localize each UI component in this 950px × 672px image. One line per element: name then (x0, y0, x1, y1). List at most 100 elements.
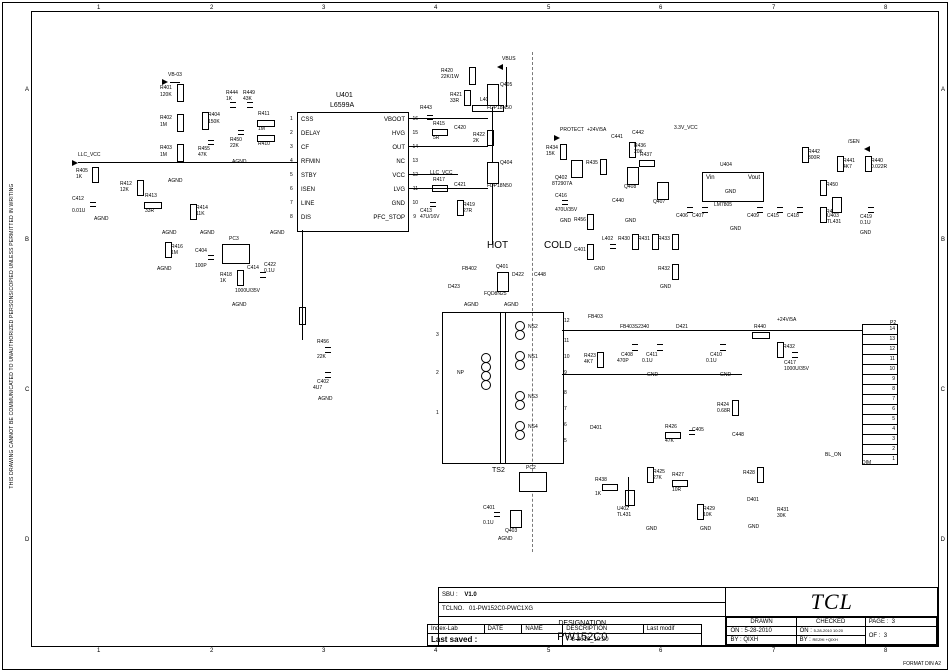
part-u402: TL431 (617, 512, 631, 518)
agnd-label: AGND (168, 178, 182, 184)
row-mark: A (941, 87, 945, 93)
ref-r413: R413 (145, 193, 157, 199)
ref-r427: R427 (672, 472, 684, 478)
part-u401: L6599A (330, 102, 354, 109)
r436 (600, 159, 607, 175)
ref-c410: C404 (195, 248, 207, 254)
c416 (720, 344, 726, 351)
gnd-label: GND (647, 372, 658, 378)
q402 (571, 160, 583, 178)
agnd-label: AGND (464, 302, 478, 308)
ref-pc2: PC2 (526, 465, 536, 471)
port-vbus (497, 64, 503, 70)
ref-c422: C418 (787, 213, 799, 219)
r428 (757, 467, 764, 483)
net-sen: /SEN (848, 139, 860, 145)
val-r422: 2K (473, 138, 479, 144)
r427 (672, 480, 688, 487)
val-r427: 10R (672, 487, 681, 493)
wind-ns2: NS2 (528, 324, 538, 330)
col-mark: 4 (434, 648, 437, 654)
pin-isen: ISEN (301, 187, 315, 193)
col-mark: 8 (884, 648, 887, 654)
ref-q407: Q407 (653, 199, 665, 205)
ref-d5: FB402 (462, 266, 477, 272)
col-mark: 6 (659, 5, 662, 11)
gnd-label: GND (560, 218, 571, 224)
wind-ns3: NS3 (528, 394, 538, 400)
port-protect (554, 135, 560, 141)
wind-ns1: NS1 (528, 354, 538, 360)
ref-r436: R435 (586, 160, 598, 166)
val-r403: 1M (160, 152, 167, 158)
pin-gnd: GND (392, 201, 405, 207)
rev-hdr-index: Index-Lab (428, 625, 485, 634)
part-u403: TL431 (827, 219, 841, 225)
page-label: PAGE : (869, 619, 889, 625)
net-vb03: VB-03 (168, 72, 182, 78)
r420 (469, 67, 476, 85)
val-r442: 0.022R (871, 164, 887, 170)
gnd-label: GND (625, 218, 636, 224)
ref-pc3: PC3 (229, 236, 239, 242)
agnd-label: AGND (200, 230, 214, 236)
val-c440: 470U/35V (555, 207, 577, 213)
r438 (639, 160, 655, 167)
ref-u401: U401 (336, 92, 353, 99)
q403 (510, 510, 522, 528)
ref-c407: C401 (483, 505, 495, 511)
val-c417: 0.1U (642, 358, 653, 364)
col-mark: 3 (322, 5, 325, 11)
val-c414: 470P (617, 358, 629, 364)
q408 (627, 167, 639, 185)
row-mark: C (941, 387, 945, 393)
net-24v5a: +24V/5A (587, 127, 606, 133)
r401 (177, 84, 184, 102)
c440 (562, 200, 568, 205)
col-mark: 5 (547, 648, 550, 654)
c442 (868, 207, 874, 213)
logo: TCL (811, 589, 853, 614)
val-c403: 43K (243, 96, 252, 102)
val-r444: 300R (808, 155, 820, 161)
ref-r438: R437 (640, 152, 652, 158)
drawing-frame: 1 2 3 4 5 6 7 8 1 2 3 4 5 6 7 8 A B C D … (31, 11, 939, 647)
last-saved-value: 7-8-2010_10:20 (563, 634, 702, 646)
ref-r455: R456 (574, 217, 586, 223)
val-r420: 22K/1W (441, 74, 459, 80)
gnd-label: GND (700, 526, 711, 532)
sbu-label: SBU : (442, 592, 458, 598)
ref-d401: C420 (454, 125, 466, 131)
net-vbus: VBUS (502, 56, 516, 62)
ref-d422: C448 (732, 432, 744, 438)
gnd-label: GND (748, 524, 759, 530)
net-dim: DIM (862, 460, 871, 466)
row-mark: C (25, 387, 29, 393)
gnd-label: GND (594, 266, 605, 272)
ref-r401: R401 (160, 85, 172, 91)
pin-line: LINE (301, 201, 314, 207)
col-mark: 3 (322, 648, 325, 654)
val-c402: 1K (226, 96, 232, 102)
c407-l (494, 512, 500, 517)
connector-p2: 14 13 12 11 10 9 8 7 6 5 4 3 2 1 (862, 324, 898, 465)
col-mark: 1 (97, 5, 100, 11)
val-r419: 27R (463, 208, 472, 214)
part-q402: 8T2907A (552, 181, 572, 187)
ref-q401: Q401 (496, 264, 508, 270)
net-blon: BL_ON (825, 452, 841, 458)
ref-r428: R428 (743, 470, 755, 476)
ref-r410: R410 (258, 141, 270, 147)
col-mark: 7 (772, 5, 775, 11)
val-d403: 0.1U (264, 268, 275, 274)
c404 (238, 130, 244, 135)
format-label: FORMAT DIN A2 (903, 661, 941, 667)
r421 (464, 90, 471, 106)
pin-vcc: VCC (392, 173, 405, 179)
q401 (497, 272, 509, 292)
ref-r403: R403 (160, 145, 172, 151)
ref-d405: C440 (612, 198, 624, 204)
c418 (90, 202, 96, 207)
val-r426: 47K (665, 438, 674, 444)
ref-c401: R443 (420, 105, 432, 111)
